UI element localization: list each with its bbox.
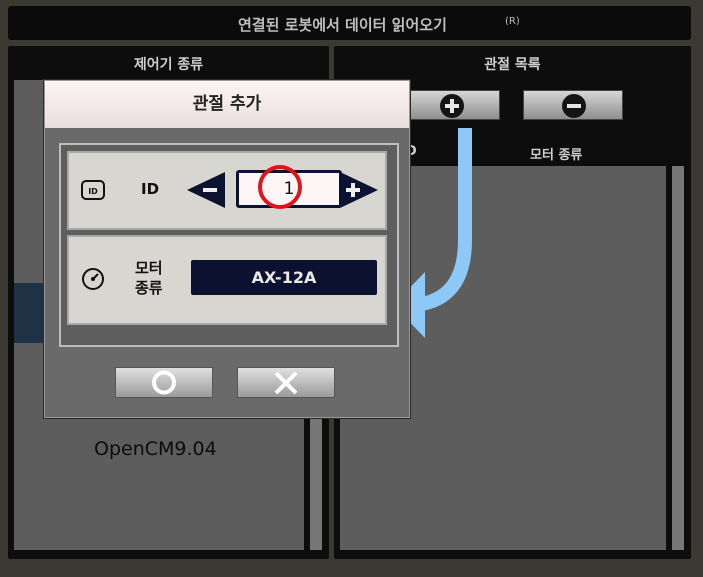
remove-joint-button[interactable]: [523, 90, 623, 120]
decrement-button[interactable]: [187, 172, 227, 208]
add-joint-button[interactable]: [402, 90, 500, 120]
minus-circle-icon: [562, 94, 586, 118]
circle-o-icon: [152, 370, 176, 395]
joint-column-motor: 모터 종류: [530, 148, 583, 163]
increment-button[interactable]: [340, 172, 380, 208]
ok-button[interactable]: [115, 367, 213, 398]
window-title-shortcut: (R): [505, 16, 520, 27]
x-icon: [274, 371, 298, 395]
motor-label-line1: 모터: [135, 259, 163, 277]
motor-row: 모터 종류 AX-12A: [67, 235, 387, 325]
motor-type-select[interactable]: AX-12A: [191, 260, 377, 295]
plus-circle-icon: [440, 94, 464, 118]
id-icon: ID: [81, 180, 105, 200]
cancel-button[interactable]: [237, 367, 335, 398]
add-joint-dialog: 관절 추가 ID ID 1 모터 종류 AX-12A: [44, 80, 410, 418]
gauge-icon: [82, 268, 104, 290]
controller-panel-header: 제어기 종류: [133, 57, 204, 73]
dialog-fields: ID ID 1 모터 종류 AX-12A: [59, 143, 399, 347]
joint-list-scrollbar[interactable]: [672, 166, 684, 550]
id-row: ID ID 1: [67, 151, 387, 230]
motor-label-line2: 종류: [135, 279, 163, 297]
id-label: ID: [141, 180, 160, 198]
controller-name: OpenCM9.04: [94, 438, 217, 460]
dialog-title: 관절 추가: [45, 81, 409, 128]
joint-list-header: 관절 목록: [484, 57, 541, 73]
svg-text:ID: ID: [88, 187, 98, 196]
window-title-bar: 연결된 로봇에서 데이터 읽어오기 (R): [8, 6, 691, 40]
highlight-circle: [258, 165, 302, 209]
window-title: 연결된 로봇에서 데이터 읽어오기: [238, 16, 447, 34]
